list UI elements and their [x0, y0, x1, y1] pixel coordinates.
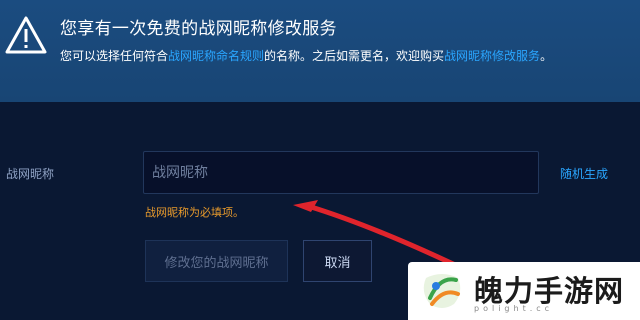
cancel-button[interactable]: 取消 — [303, 240, 372, 282]
naming-rules-link[interactable]: 战网昵称命名规则 — [168, 49, 264, 63]
notice-text-part1: 您可以选择任何符合 — [60, 49, 169, 63]
rename-service-link[interactable]: 战网昵称修改服务 — [444, 49, 540, 63]
notice-text-part2: 的名称。之后如需更名，欢迎购买 — [264, 49, 445, 63]
watermark-subtext: polight.cc — [474, 304, 554, 313]
notice-title: 您享有一次免费的战网昵称修改服务 — [60, 19, 337, 39]
notice-text-part3: 。 — [540, 49, 553, 63]
battletag-input[interactable] — [143, 151, 539, 194]
change-battletag-button[interactable]: 修改您的战网昵称 — [145, 240, 288, 282]
battletag-label: 战网昵称 — [6, 167, 55, 181]
notice-banner: 您享有一次免费的战网昵称修改服务 您可以选择任何符合战网昵称命名规则的名称。之后… — [0, 0, 640, 102]
notice-text: 您可以选择任何符合战网昵称命名规则的名称。之后如需更名，欢迎购买战网昵称修改服务… — [60, 47, 552, 64]
random-generate-link[interactable]: 随机生成 — [560, 165, 608, 182]
watermark: 魄力手游网 polight.cc — [408, 262, 640, 320]
warning-icon — [5, 16, 47, 54]
watermark-logo-icon — [423, 274, 461, 308]
required-error-message: 战网昵称为必填项。 — [145, 206, 244, 219]
